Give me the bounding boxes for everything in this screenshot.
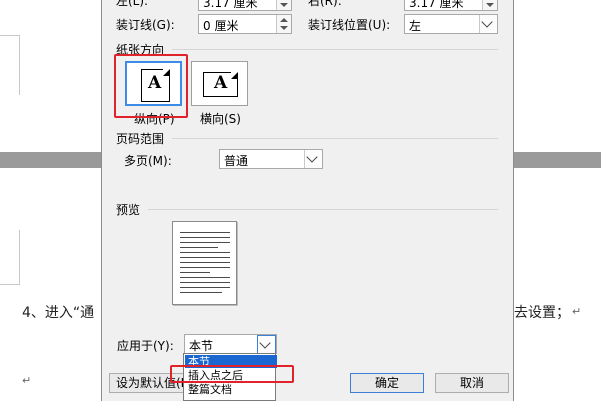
right-margin-label: 右(R): — [308, 0, 342, 8]
paragraph-mark: ↵ — [572, 305, 582, 318]
page-range-heading: 页码范围 — [116, 132, 165, 146]
preview-line — [180, 272, 210, 273]
preview-line — [180, 257, 230, 258]
landscape-label[interactable]: 横向(S) — [200, 110, 241, 127]
page-corner-bottom — [0, 230, 20, 285]
preview-line — [180, 252, 230, 253]
preview-line — [180, 292, 222, 293]
multiple-pages-select[interactable]: 普通 — [219, 149, 323, 169]
apply-to-dropdown[interactable] — [257, 335, 276, 355]
gutter-field[interactable]: 0 厘米 — [198, 14, 292, 34]
document-text-left: 4、进入“通 — [22, 305, 95, 321]
apply-to-select[interactable]: 本节 — [184, 334, 277, 355]
document-text-right: 去设置； — [514, 305, 570, 321]
preview-line — [180, 232, 230, 233]
spin-up-icon[interactable] — [280, 18, 288, 22]
spin-down-icon[interactable] — [280, 26, 288, 30]
ok-button[interactable]: 确定 — [350, 373, 424, 393]
apply-to-option-whole-document[interactable]: 整篇文档 — [185, 383, 277, 396]
apply-to-label: 应用于(Y): — [117, 339, 174, 353]
multiple-pages-dropdown[interactable] — [304, 150, 322, 168]
right-margin-spinner[interactable] — [482, 0, 497, 10]
preview-line — [180, 237, 230, 238]
option-highlight-box — [170, 365, 294, 383]
cancel-button[interactable]: 取消 — [435, 373, 509, 393]
multiple-pages-label: 多页(M): — [124, 154, 172, 168]
gutter-position-value: 左 — [409, 19, 422, 33]
left-margin-value: 3.17 厘米 — [203, 0, 258, 10]
right-margin-value: 3.17 厘米 — [409, 0, 464, 10]
left-margin-label: 左(L): — [116, 0, 149, 8]
preview-line — [180, 247, 218, 248]
preview-line — [180, 262, 230, 263]
landscape-letter: A — [214, 73, 228, 93]
preview-line — [180, 282, 230, 283]
page-range-divider — [172, 138, 498, 139]
spin-down-icon[interactable] — [280, 3, 288, 7]
portrait-highlight-box — [114, 54, 188, 118]
gutter-spinner[interactable] — [276, 15, 291, 33]
apply-to-value: 本节 — [189, 339, 214, 353]
preview-line — [180, 287, 230, 288]
page-corner-top — [0, 35, 20, 95]
multiple-pages-value: 普通 — [224, 154, 249, 168]
gutter-position-label: 装订线位置(U): — [308, 18, 391, 32]
chevron-down-icon — [306, 151, 318, 163]
preview-line — [180, 242, 230, 243]
preview-page — [172, 221, 237, 305]
landscape-option[interactable]: A — [191, 61, 248, 106]
preview-divider — [148, 209, 498, 210]
gutter-position-dropdown[interactable] — [479, 15, 497, 33]
paragraph-mark-2: ↵ — [22, 374, 32, 387]
gutter-position-select[interactable]: 左 — [404, 14, 498, 34]
left-margin-spinner[interactable] — [276, 0, 291, 10]
left-margin-field[interactable]: 3.17 厘米 — [198, 0, 292, 11]
preview-heading: 预览 — [116, 203, 141, 217]
landscape-page-icon: A — [203, 72, 238, 97]
gutter-label: 装订线(G): — [116, 18, 175, 32]
spin-down-icon[interactable] — [486, 3, 494, 7]
chevron-down-icon — [481, 16, 493, 28]
right-margin-field[interactable]: 3.17 厘米 — [404, 0, 498, 11]
preview-line — [180, 277, 230, 278]
gutter-value: 0 厘米 — [203, 19, 239, 33]
preview-line — [180, 267, 230, 268]
chevron-down-icon — [259, 337, 271, 349]
orientation-divider — [172, 49, 498, 50]
